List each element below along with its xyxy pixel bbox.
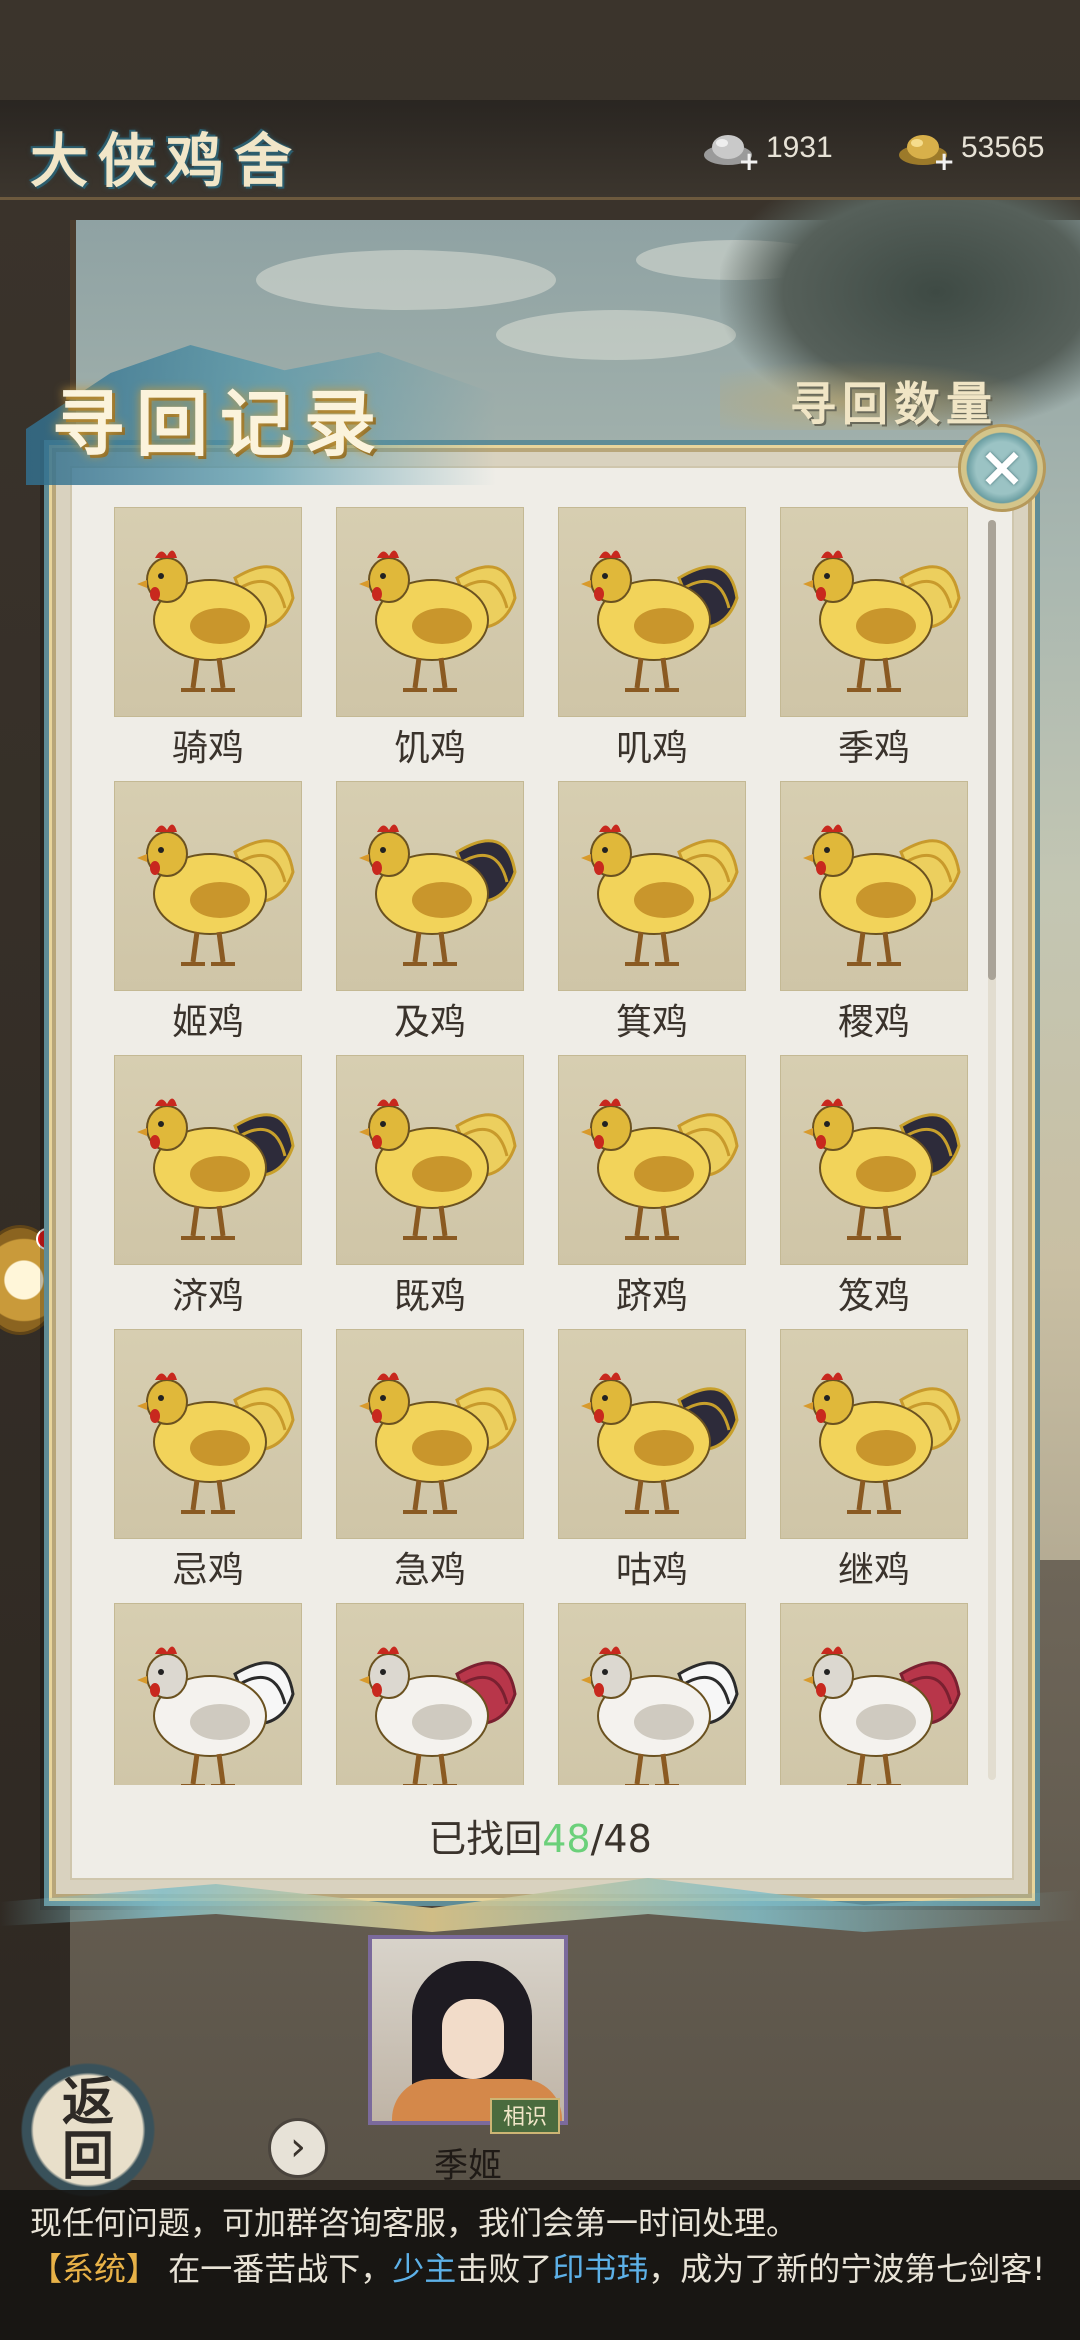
top-bar: 大侠鸡舍 + 1931 + 53565 — [0, 100, 1080, 200]
chicken-name: 继鸡 — [837, 1550, 910, 1591]
chicken-image — [114, 781, 302, 991]
chicken-card[interactable]: 季鸡 — [766, 505, 968, 779]
chicken-image — [114, 1603, 302, 1785]
system-tag: 【系统】 — [30, 2250, 159, 2288]
chicken-card[interactable]: 稷鸡 — [766, 779, 968, 1053]
chicken-name: 季鸡 — [837, 728, 910, 769]
back-label-2: 回 — [61, 2126, 114, 2187]
back-label-1: 返 — [61, 2072, 114, 2133]
chicken-card[interactable]: 及鸡 — [322, 779, 524, 1053]
gold-ingot-icon: + — [895, 125, 955, 177]
cloud — [496, 310, 736, 360]
plus-icon: + — [933, 147, 955, 177]
chicken-card[interactable]: 咕鸡 — [544, 1327, 746, 1601]
recovery-count: 已找回48/48 — [100, 1808, 980, 1863]
chicken-card[interactable]: 饥鸡 — [322, 505, 524, 779]
chicken-image — [558, 781, 746, 991]
chat-line: 现任何问题，可加群咨询客服，我们会第一时间处理。 — [30, 2204, 799, 2242]
chicken-card[interactable]: 济鸡 — [100, 1053, 302, 1327]
chicken-card[interactable] — [766, 1601, 968, 1785]
chicken-image — [558, 507, 746, 717]
chicken-image — [336, 1055, 524, 1265]
chicken-image — [336, 1329, 524, 1539]
gold-amount: 53565 — [961, 131, 1045, 164]
chicken-image — [114, 507, 302, 717]
chicken-name: 及鸡 — [393, 1002, 466, 1043]
chicken-image — [780, 1329, 968, 1539]
chicken-card[interactable]: 跻鸡 — [544, 1053, 746, 1327]
chicken-image — [780, 1603, 968, 1785]
chat-line: 【系统】 在一番苦战下，少主击败了印书玮，成为了新的宁波第七剑客! — [30, 2250, 1046, 2288]
chicken-card[interactable]: 既鸡 — [322, 1053, 524, 1327]
chicken-card[interactable]: 骑鸡 — [100, 505, 302, 779]
chicken-name: 骑鸡 — [171, 728, 244, 769]
silver-amount: 1931 — [766, 131, 833, 164]
chicken-name: 笈鸡 — [837, 1276, 910, 1317]
silver-ingot-icon: + — [700, 125, 760, 177]
chicken-image — [780, 1055, 968, 1265]
back-button[interactable]: 返 回 — [18, 2060, 158, 2200]
chicken-card[interactable]: 笈鸡 — [766, 1053, 968, 1327]
count-found: 48 — [542, 1817, 591, 1861]
count-prefix: 已找回 — [428, 1817, 543, 1861]
opponent-link[interactable]: 印书玮 — [552, 2250, 648, 2288]
plus-icon: + — [738, 147, 760, 177]
character-name: 季姬 — [434, 2146, 502, 2186]
chicken-image — [780, 507, 968, 717]
cloud — [256, 250, 556, 310]
chicken-card[interactable] — [544, 1601, 746, 1785]
chicken-name: 济鸡 — [171, 1276, 244, 1317]
scrollbar-thumb[interactable] — [988, 520, 996, 980]
chicken-name: 叽鸡 — [615, 728, 688, 769]
chicken-card[interactable]: 急鸡 — [322, 1327, 524, 1601]
count-total: /48 — [590, 1817, 652, 1861]
chicken-grid: 骑鸡 饥鸡 叽鸡 季鸡 姬鸡 及鸡 箕鸡 稷鸡 济鸡 既鸡 跻鸡 笈鸡 忌鸡 急… — [100, 505, 980, 1785]
recovery-count-tab[interactable]: 寻回数量 — [790, 368, 998, 434]
modal-title: 寻回记录 — [52, 381, 389, 466]
chicken-image — [780, 781, 968, 991]
chicken-image — [336, 507, 524, 717]
chevron-right-icon[interactable]: › — [268, 2118, 328, 2178]
chicken-name: 跻鸡 — [615, 1276, 688, 1317]
chicken-name: 忌鸡 — [171, 1550, 244, 1591]
chicken-name: 既鸡 — [393, 1276, 466, 1317]
silver-currency[interactable]: + 1931 — [700, 118, 833, 178]
chicken-card[interactable]: 叽鸡 — [544, 505, 746, 779]
chicken-name: 急鸡 — [393, 1550, 466, 1591]
chicken-card[interactable]: 箕鸡 — [544, 779, 746, 1053]
chicken-card[interactable]: 继鸡 — [766, 1327, 968, 1601]
chicken-name: 姬鸡 — [171, 1002, 244, 1043]
close-icon[interactable]: × — [958, 424, 1046, 512]
chicken-image — [336, 1603, 524, 1785]
gold-currency[interactable]: + 53565 — [895, 118, 1044, 178]
chicken-card[interactable]: 姬鸡 — [100, 779, 302, 1053]
character-portrait[interactable] — [368, 1935, 568, 2125]
chicken-card[interactable] — [322, 1601, 524, 1785]
character-badge: 相识 — [490, 2098, 560, 2134]
chicken-image — [558, 1603, 746, 1785]
chicken-image — [114, 1329, 302, 1539]
app-title: 大侠鸡舍 — [30, 127, 303, 195]
chicken-name: 饥鸡 — [393, 728, 466, 769]
chicken-image — [336, 781, 524, 991]
chicken-image — [558, 1055, 746, 1265]
chicken-card[interactable] — [100, 1601, 302, 1785]
chicken-image — [114, 1055, 302, 1265]
chicken-name: 稷鸡 — [837, 1002, 910, 1043]
chicken-name: 咕鸡 — [615, 1550, 688, 1591]
chicken-card[interactable]: 忌鸡 — [100, 1327, 302, 1601]
chat-log[interactable]: 现任何问题，可加群咨询客服，我们会第一时间处理。 【系统】 在一番苦战下，少主击… — [0, 2190, 1080, 2340]
chicken-name: 箕鸡 — [615, 1002, 688, 1043]
chicken-grid-viewport[interactable]: 骑鸡 饥鸡 叽鸡 季鸡 姬鸡 及鸡 箕鸡 稷鸡 济鸡 既鸡 跻鸡 笈鸡 忌鸡 急… — [100, 505, 980, 1785]
player-link[interactable]: 少主 — [392, 2250, 456, 2288]
chicken-image — [558, 1329, 746, 1539]
